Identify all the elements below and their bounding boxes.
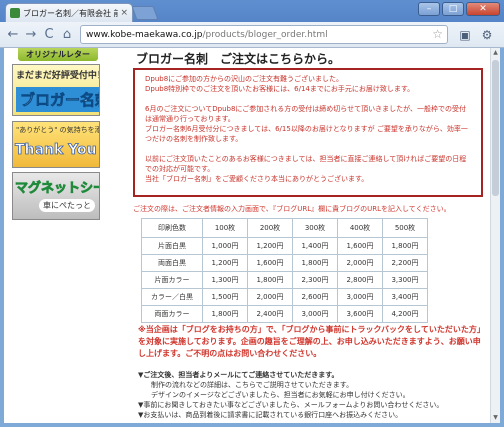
table-header-row: 印刷色数 100枚 200枚 300枚 400枚 500枚 xyxy=(141,218,428,238)
table-cell: カラー／白黒 xyxy=(141,288,203,306)
notice-box: Dpub8にご参加の方からの沢山のご注文有難うございました。 Dpub8特別枠で… xyxy=(133,68,483,197)
banner-title: Thank You 封筒 xyxy=(15,142,99,159)
page-title: ブロガー名刺 ご注文はこちらから。 xyxy=(136,52,341,66)
table-cell: 1,300円 xyxy=(202,271,248,289)
close-window-button[interactable]: ✕ xyxy=(466,2,500,16)
scroll-up-arrow-icon[interactable]: ▲ xyxy=(492,49,499,57)
browser-tab[interactable]: ブロガー名刺／有限会社 前 × xyxy=(5,3,133,22)
table-cell: 1,600円 xyxy=(247,254,293,272)
notice-line: Dpub8特別枠でのご注文を頂いたお客様には、6/14までにお手元にお届け致しま… xyxy=(145,85,415,93)
table-cell: 1,500円 xyxy=(202,288,248,306)
table-row: 片面白黒 1,000円 1,200円 1,400円 1,600円 1,800円 xyxy=(141,237,428,255)
table-row: 片面カラー 1,300円 1,800円 2,300円 2,800円 3,300円 xyxy=(141,271,428,289)
url-host: www.kobe-maekawa.co.jp xyxy=(86,29,203,40)
table-cell: 片面カラー xyxy=(141,271,203,289)
minimize-button[interactable]: – xyxy=(418,2,440,16)
window-controls: – □ ✕ xyxy=(418,2,500,16)
favicon-icon xyxy=(10,8,20,18)
forward-arrow-icon[interactable]: → xyxy=(22,26,40,44)
table-cell: 3,600円 xyxy=(337,305,383,323)
note-heading: ▼ご注文後、担当者よりメールにてご連絡させていただきます。 xyxy=(138,371,339,379)
table-cell: 1,200円 xyxy=(247,237,293,255)
order-flow-notes: ▼ご注文後、担当者よりメールにてご連絡させていただきます。 制作の流れなどの詳細… xyxy=(138,370,488,420)
table-cell: 1,400円 xyxy=(292,237,338,255)
page-viewport: オリジナルレター まだまだ好評受付中！ ブロガー名刺 "ありがとう" の気持ちを… xyxy=(4,48,490,423)
notice-line: 当社「ブロガー名刺」をご愛顧くださり本当にありがとうございます。 xyxy=(145,175,369,183)
note-line: 制作の流れなどの詳細は、こちらでご説明させていただきます。 xyxy=(144,381,354,389)
table-cell: 3,000円 xyxy=(292,305,338,323)
price-table: 印刷色数 100枚 200枚 300枚 400枚 500枚 片面白黒 1,000… xyxy=(141,218,428,323)
back-arrow-icon[interactable]: ← xyxy=(4,26,22,44)
table-cell: 1,800円 xyxy=(202,305,248,323)
new-tab-button[interactable] xyxy=(131,6,159,20)
notice-line: 6月のご注文についてDpub8にご参加される方の受付は締め切らせて頂いきましたが… xyxy=(145,105,466,123)
table-cell: 4,200円 xyxy=(382,305,428,323)
table-cell: 2,000円 xyxy=(337,254,383,272)
table-cell: 2,200円 xyxy=(382,254,428,272)
banner-caption: "ありがとう" の気持ちを添えて… xyxy=(16,126,99,134)
banner-caption: まだまだ好評受付中！ xyxy=(16,71,100,81)
table-cell: 3,400円 xyxy=(382,288,428,306)
table-header-cell: 100枚 xyxy=(202,218,248,238)
notice-line: Dpub8にご参加の方からの沢山のご注文有難うございました。 xyxy=(145,75,344,83)
browser-toolbar: ← → C ⌂ www.kobe-maekawa.co.jp/products/… xyxy=(0,22,504,48)
table-header-cell: 印刷色数 xyxy=(141,218,203,238)
table-cell: 1,800円 xyxy=(382,237,428,255)
vertical-scrollbar[interactable]: ▲ ▼ xyxy=(490,48,500,423)
url-path: /products/bloger_order.html xyxy=(202,29,328,40)
table-cell: 3,300円 xyxy=(382,271,428,289)
notice-line: 以前にご注文頂いたことのあるお客様につきましては、担当者に直接ご連絡して頂ければ… xyxy=(145,155,467,173)
bookmark-star-icon[interactable]: ☆ xyxy=(432,27,443,41)
table-row: カラー／白黒 1,500円 2,000円 2,600円 3,000円 3,400… xyxy=(141,288,428,306)
table-header-cell: 400枚 xyxy=(337,218,383,238)
table-cell: 両面カラー xyxy=(141,305,203,323)
main-content: ブロガー名刺 ご注文はこちらから。 Dpub8にご参加の方からの沢山のご注文有難… xyxy=(116,48,485,423)
note-line: ▼お支払いは、商品到着後に請求書に記載されている銀行口座へお振込みください。 xyxy=(138,411,403,419)
tab-close-icon[interactable]: × xyxy=(120,8,128,18)
original-letter-banner[interactable]: オリジナルレター xyxy=(18,48,98,61)
table-header-cell: 300枚 xyxy=(292,218,338,238)
banner-title: マグネットシート xyxy=(15,181,99,197)
table-row: 両面白黒 1,200円 1,600円 1,800円 2,000円 2,200円 xyxy=(141,254,428,272)
campaign-note: ※当企画は「ブログをお持ちの方」で、「ブログから事前にトラックバックをしていただ… xyxy=(138,325,485,358)
table-cell: 1,200円 xyxy=(202,254,248,272)
order-instructions: ご注文の際は、ご注文者情報の入力画面で、『ブログURL』欄に貴ブログのURLを記… xyxy=(133,205,451,213)
wrench-menu-icon[interactable]: ⚙ xyxy=(478,26,496,44)
table-cell: 2,600円 xyxy=(292,288,338,306)
scrollbar-thumb[interactable] xyxy=(492,60,499,196)
maximize-button[interactable]: □ xyxy=(442,2,464,16)
table-cell: 2,300円 xyxy=(292,271,338,289)
reload-icon[interactable]: C xyxy=(40,26,58,44)
table-header-cell: 500枚 xyxy=(382,218,428,238)
table-row: 両面カラー 1,800円 2,400円 3,000円 3,600円 4,200円 xyxy=(141,305,428,323)
thank-you-envelope-banner[interactable]: "ありがとう" の気持ちを添えて… Thank You 封筒 xyxy=(12,121,100,168)
blogger-card-banner[interactable]: まだまだ好評受付中！ ブロガー名刺 xyxy=(12,64,100,116)
table-cell: 1,000円 xyxy=(202,237,248,255)
tab-title: ブロガー名刺／有限会社 前 xyxy=(23,8,119,18)
table-cell: 1,600円 xyxy=(337,237,383,255)
notice-line: ブロガー名刺6月受付分につきましては、6/15以降のお届けとなりますが ご要望を… xyxy=(145,125,468,143)
scroll-down-arrow-icon[interactable]: ▼ xyxy=(492,414,499,422)
tab-bar: ブロガー名刺／有限会社 前 × – □ ✕ xyxy=(0,0,504,22)
extension-icon[interactable]: ▣ xyxy=(456,26,474,44)
address-bar[interactable]: www.kobe-maekawa.co.jp/products/bloger_o… xyxy=(80,25,448,44)
banner-caption: 車にぺたっと xyxy=(39,199,95,212)
table-header-cell: 200枚 xyxy=(247,218,293,238)
table-cell: 片面白黒 xyxy=(141,237,203,255)
table-cell: 2,400円 xyxy=(247,305,293,323)
sidebar: オリジナルレター まだまだ好評受付中！ ブロガー名刺 "ありがとう" の気持ちを… xyxy=(4,48,108,423)
home-icon[interactable]: ⌂ xyxy=(58,26,76,44)
banner-title: ブロガー名刺 xyxy=(16,87,99,112)
table-cell: 両面白黒 xyxy=(141,254,203,272)
table-cell: 2,800円 xyxy=(337,271,383,289)
note-line: ▼事前にお聞きしておきたい事などございましたら、メールフォームよりお問い合わせく… xyxy=(138,401,444,409)
table-cell: 2,000円 xyxy=(247,288,293,306)
magnet-sheet-banner[interactable]: マグネットシート 車にぺたっと xyxy=(12,172,100,220)
note-line: デザインのイメージなどございましたら、担当者にお気軽にお申し付けください。 xyxy=(144,391,410,399)
table-cell: 3,000円 xyxy=(337,288,383,306)
table-cell: 1,800円 xyxy=(247,271,293,289)
table-cell: 1,800円 xyxy=(292,254,338,272)
